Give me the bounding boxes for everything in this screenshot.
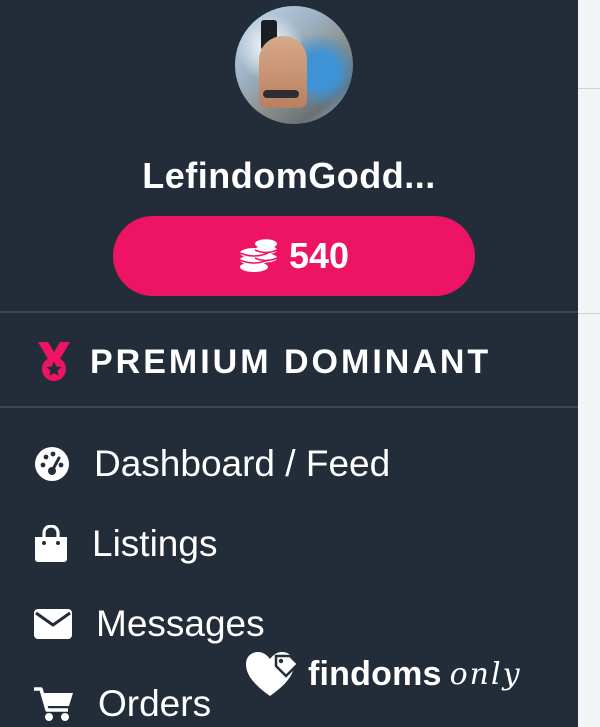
watermark-script: only xyxy=(449,656,522,692)
background-divider xyxy=(578,88,600,89)
menu-item-orders[interactable]: Orders xyxy=(34,681,211,727)
menu-item-label: Messages xyxy=(96,603,265,644)
shopping-bag-icon xyxy=(35,525,67,562)
avatar-photo-detail xyxy=(263,90,299,98)
heart-tag-icon xyxy=(246,652,300,696)
menu-item-label: Listings xyxy=(92,523,218,564)
coins-value: 540 xyxy=(288,235,350,276)
menu-item-label: Dashboard / Feed xyxy=(94,443,391,484)
coins-balance-button[interactable]: 540 xyxy=(113,216,475,296)
premium-badge: PREMIUM DOMINANT xyxy=(36,338,491,386)
divider xyxy=(0,311,578,313)
medal-icon xyxy=(38,342,70,381)
dashboard-icon xyxy=(35,447,69,481)
divider xyxy=(0,406,578,408)
page-background xyxy=(578,0,600,727)
coins-icon xyxy=(239,239,278,272)
background-divider xyxy=(578,313,600,314)
findomsonly-watermark: findoms only xyxy=(244,650,522,698)
menu-item-messages[interactable]: Messages xyxy=(34,601,265,647)
sidebar: LefindomGodd... 540 PREMIUM DOMINANT Das… xyxy=(0,0,578,727)
menu-item-label: Orders xyxy=(98,683,212,724)
menu-item-dashboard[interactable]: Dashboard / Feed xyxy=(34,441,390,487)
premium-badge-label: PREMIUM DOMINANT xyxy=(90,342,492,381)
watermark-brand: findoms xyxy=(308,654,442,693)
menu-item-listings[interactable]: Listings xyxy=(34,521,217,567)
avatar[interactable] xyxy=(235,6,353,124)
cart-icon xyxy=(34,687,73,721)
username[interactable]: LefindomGodd... xyxy=(0,155,578,197)
envelope-icon xyxy=(34,609,72,639)
